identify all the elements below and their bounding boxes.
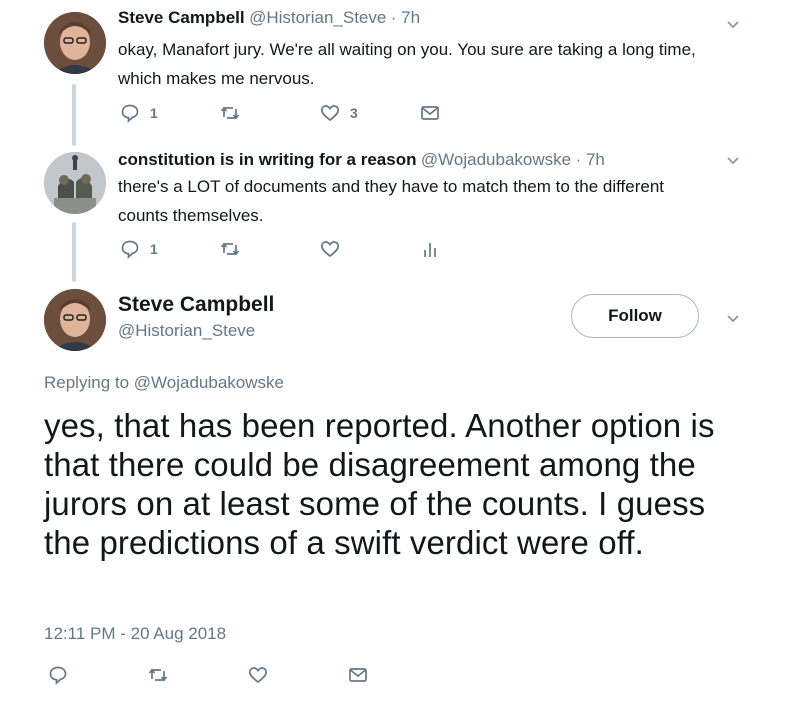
avatar-photo [44, 152, 106, 214]
dm-action[interactable] [420, 103, 440, 123]
like-icon [248, 667, 268, 684]
dm-action[interactable] [348, 665, 368, 685]
reply-action[interactable]: 1 [120, 239, 158, 259]
retweet-action[interactable] [220, 103, 240, 123]
reply-count: 1 [150, 105, 158, 121]
like-icon [320, 105, 340, 122]
like-action[interactable] [248, 665, 268, 685]
follow-button-label: Follow [608, 306, 662, 325]
tweet-text: okay, Manafort jury. We're all waiting o… [118, 40, 696, 88]
replying-to: Replying to @Wojadubakowske [44, 373, 284, 393]
tweet-time[interactable]: · 7h [576, 150, 605, 169]
avatar-photo [44, 12, 106, 74]
author-name[interactable]: constitution is in writing for a reason [118, 150, 416, 169]
tweet-text: there's a LOT of documents and they have… [118, 177, 664, 225]
chevron-down-icon[interactable] [726, 154, 740, 168]
like-action[interactable]: 3 [320, 103, 358, 123]
analytics-action[interactable] [420, 239, 440, 259]
like-count: 3 [350, 105, 358, 121]
reply-count: 1 [150, 241, 158, 257]
avatar-photo [44, 289, 106, 351]
reply-icon [49, 666, 67, 685]
dm-icon [421, 106, 439, 120]
main-author-name[interactable]: Steve Campbell [118, 293, 274, 317]
dm-icon [349, 668, 367, 682]
main-tweet-text: yes, that has been reported. Another opt… [44, 407, 715, 561]
reply-action[interactable] [48, 665, 68, 685]
main-author-handle[interactable]: @Historian_Steve [118, 321, 255, 341]
replying-to-handle[interactable]: @Wojadubakowske [134, 373, 284, 392]
avatar[interactable] [44, 12, 106, 74]
tweet-timestamp[interactable]: 12:11 PM - 20 Aug 2018 [44, 624, 226, 644]
reply-icon [121, 104, 139, 123]
avatar[interactable] [44, 152, 106, 214]
retweet-icon [220, 106, 240, 120]
reply1-header: Steve Campbell @Historian_Steve · 7h [118, 8, 420, 28]
retweet-icon [220, 242, 240, 256]
analytics-icon [424, 243, 436, 257]
replying-prefix: Replying to [44, 373, 134, 392]
reply-icon [121, 240, 139, 259]
reply-action[interactable]: 1 [120, 103, 158, 123]
follow-button[interactable]: Follow [571, 294, 699, 338]
author-name[interactable]: Steve Campbell [118, 8, 245, 27]
reply2-header: constitution is in writing for a reason … [118, 150, 605, 170]
chevron-down-icon[interactable] [726, 18, 740, 32]
chevron-down-icon[interactable] [726, 312, 740, 326]
like-action[interactable] [320, 239, 340, 259]
retweet-action[interactable] [220, 239, 240, 259]
thread-line [72, 222, 76, 282]
retweet-icon [148, 668, 168, 682]
like-icon [320, 241, 340, 258]
author-handle[interactable]: @Historian_Steve [249, 8, 386, 27]
retweet-action[interactable] [148, 665, 168, 685]
avatar[interactable] [44, 289, 106, 351]
thread-line [72, 84, 76, 146]
author-handle[interactable]: @Wojadubakowske [421, 150, 571, 169]
tweet-time[interactable]: · 7h [391, 8, 420, 27]
